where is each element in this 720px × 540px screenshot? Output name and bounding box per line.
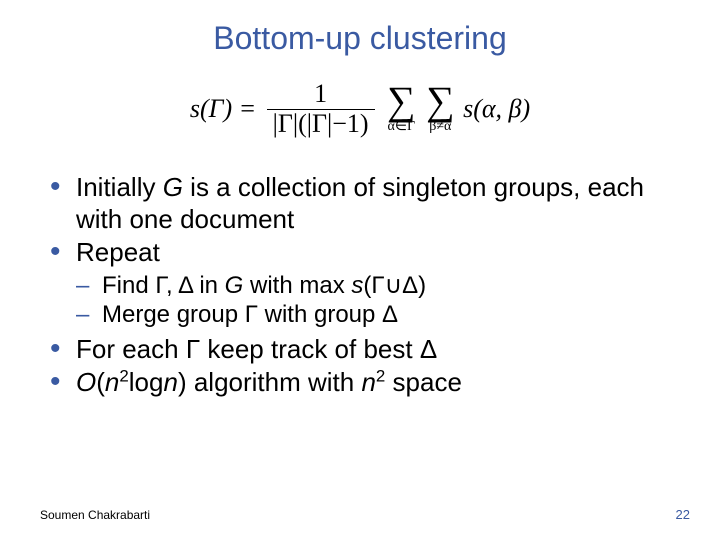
formula: s(Γ) = 1 |Γ|(|Γ|−1) ∑ α∈Γ ∑ β≠α s(α, β) — [0, 80, 720, 138]
bullet-repeat: Repeat — [50, 237, 680, 269]
footer-author: Soumen Chakrabarti — [40, 508, 150, 522]
bullet-complexity: O(n2logn) algorithm with n2 space — [50, 367, 680, 399]
formula-lhs: s(Γ) = — [190, 94, 256, 124]
sigma-2-sub: β≠α — [426, 119, 455, 134]
formula-fraction: 1 |Γ|(|Γ|−1) — [267, 80, 375, 138]
fraction-numerator: 1 — [267, 80, 375, 110]
formula-rhs: s(α, β) — [463, 94, 530, 124]
slide-root: Bottom-up clustering s(Γ) = 1 |Γ|(|Γ|−1)… — [0, 0, 720, 540]
bullet-initially: Initially G is a collection of singleton… — [50, 172, 680, 235]
body-content: Initially G is a collection of singleton… — [50, 172, 680, 401]
sigma-2: ∑ β≠α — [426, 83, 455, 134]
page-number: 22 — [676, 507, 690, 522]
bullet-foreach: For each Γ keep track of best Δ — [50, 334, 680, 366]
subbullet-find: Find Γ, Δ in G with max s(Γ∪Δ) — [76, 271, 680, 300]
fraction-denominator: |Γ|(|Γ|−1) — [267, 110, 375, 139]
sigma-1-sub: α∈Γ — [387, 119, 416, 134]
sigma-1: ∑ α∈Γ — [387, 83, 416, 134]
slide-title: Bottom-up clustering — [0, 20, 720, 57]
subbullet-merge: Merge group Γ with group Δ — [76, 300, 680, 329]
